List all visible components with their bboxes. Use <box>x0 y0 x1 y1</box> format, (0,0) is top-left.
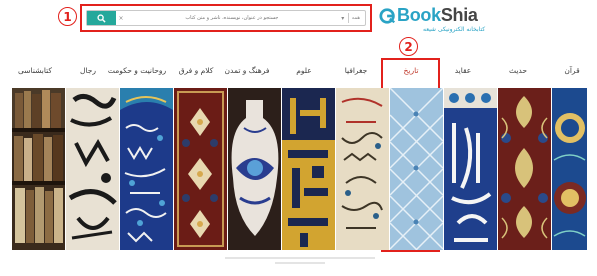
white-calligraphy-tile-image <box>444 88 497 250</box>
category-banners <box>12 88 587 250</box>
banner-history[interactable] <box>390 88 443 250</box>
nav-item-rijal[interactable]: رجال <box>80 66 96 75</box>
blue-tile-inscription-image <box>120 88 173 250</box>
nav-item-geography[interactable]: جغرافیا <box>345 66 368 75</box>
clear-icon[interactable]: × <box>116 15 126 22</box>
nav-item-clergy[interactable]: روحانیت و حکومت <box>108 66 166 75</box>
illuminated-manuscript-image <box>336 88 389 250</box>
nav-item-beliefs[interactable]: عقاید <box>455 66 472 75</box>
banner-kalam[interactable] <box>174 88 227 250</box>
blue-lattice-tile-image <box>390 88 443 250</box>
banner-rijal[interactable] <box>66 88 119 250</box>
blue-ceramic-vase-image <box>228 88 281 250</box>
search-highlight-frame: × ▾ همه <box>80 4 372 32</box>
annotation-marker-1: 1 <box>58 7 77 26</box>
banner-beliefs[interactable] <box>444 88 497 250</box>
banner-culture[interactable] <box>228 88 281 250</box>
search-input[interactable] <box>126 11 338 25</box>
arabic-calligraphy-image <box>66 88 119 250</box>
tile-medallion-image <box>552 88 587 250</box>
footer <box>200 254 400 264</box>
nav-item-sciences[interactable]: علوم <box>296 66 311 75</box>
banner-quran[interactable] <box>552 88 587 250</box>
book-spines-image <box>12 88 65 250</box>
search-bar: × ▾ همه <box>86 10 366 26</box>
banner-bibliography[interactable] <box>12 88 65 250</box>
search-button[interactable] <box>87 11 116 25</box>
footer-text-line <box>275 262 325 264</box>
search-icon <box>97 13 106 23</box>
nav-item-history[interactable]: تاریخ <box>404 66 419 75</box>
persian-carpet-image <box>174 88 227 250</box>
chevron-down-icon[interactable]: ▾ <box>338 15 348 22</box>
kufic-gold-panel-image <box>282 88 335 250</box>
nav-item-quran[interactable]: قرآن <box>564 66 579 75</box>
banner-sciences[interactable] <box>282 88 335 250</box>
logo-wordmark: BookShia <box>397 5 478 26</box>
nav-item-culture[interactable]: فرهنگ و تمدن <box>225 66 270 75</box>
nav-item-kalam[interactable]: کلام و فرق <box>179 66 214 75</box>
footer-text-line <box>225 257 375 259</box>
arabesque-ornament-image <box>498 88 551 250</box>
banner-hadith[interactable] <box>498 88 551 250</box>
banner-clergy[interactable] <box>120 88 173 250</box>
logo-book: Book <box>397 5 441 25</box>
nav-item-hadith[interactable]: حدیث <box>509 66 527 75</box>
category-nav: قرآن حدیث عقاید تاریخ جغرافیا علوم فرهنگ… <box>0 64 597 82</box>
nav-item-bibliography[interactable]: کتابشناسی <box>18 66 52 75</box>
banner-geography[interactable] <box>336 88 389 250</box>
annotation-marker-2: 2 <box>399 37 418 56</box>
logo-mark-icon <box>379 8 396 24</box>
logo-subtitle: کتابخانه الکترونیکی شیعه <box>423 26 486 33</box>
search-scope-select[interactable]: همه <box>349 15 365 21</box>
bookshia-logo[interactable]: BookShia کتابخانه الکترونیکی شیعه <box>379 4 519 36</box>
logo-shia: Shia <box>440 5 478 25</box>
